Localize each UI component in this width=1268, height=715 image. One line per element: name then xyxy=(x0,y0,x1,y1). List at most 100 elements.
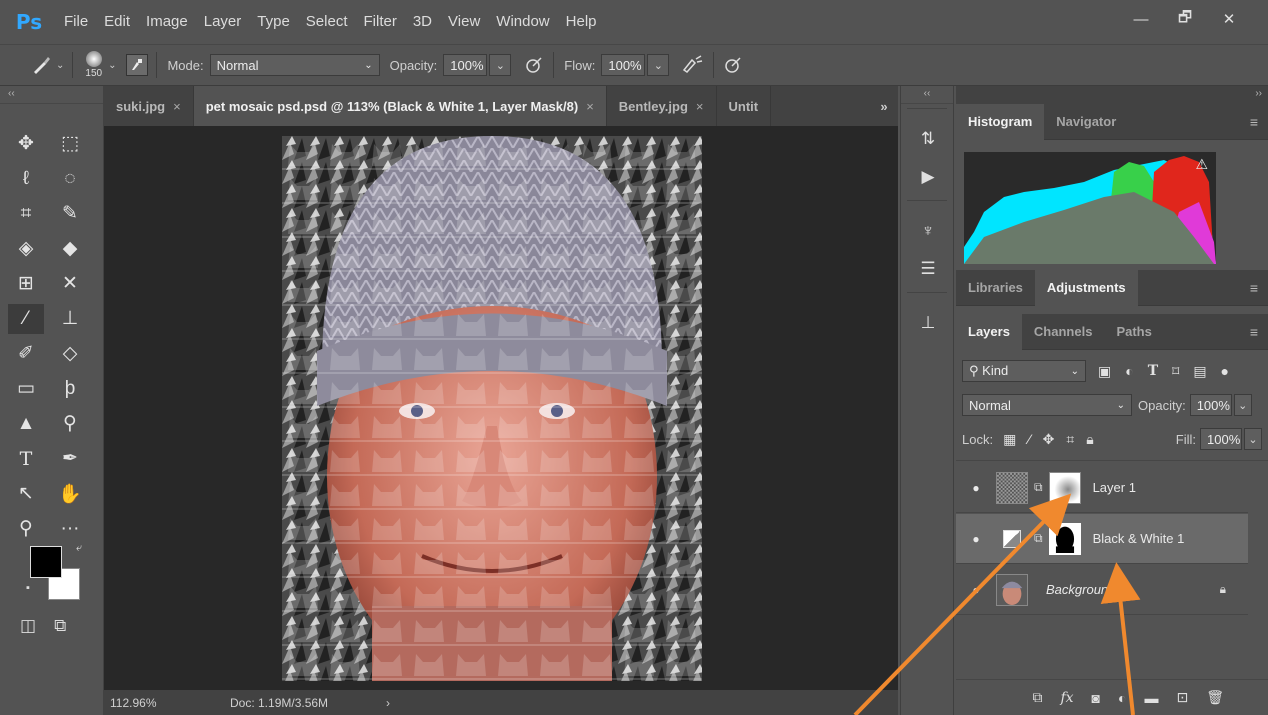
canvas-area[interactable] xyxy=(104,126,898,690)
layer-mask-thumbnail[interactable] xyxy=(1048,522,1081,555)
dodge-tool-icon[interactable]: ⚲ xyxy=(52,409,88,439)
tab-layers[interactable]: Layers xyxy=(956,313,1022,350)
properties-panel-icon[interactable]: ⊥ xyxy=(901,304,955,342)
add-mask-icon[interactable]: ◙ xyxy=(1092,690,1100,706)
hand-tool-icon[interactable]: ✋ xyxy=(52,479,88,509)
tools-panel-header[interactable]: ‹‹ xyxy=(0,86,103,104)
brush-settings-panel-icon[interactable]: ☰ xyxy=(901,250,955,288)
filter-toggle-icon[interactable]: ● xyxy=(1221,363,1229,380)
brush-size-picker[interactable]: 150 xyxy=(85,51,102,79)
lock-position-icon[interactable]: ✥ xyxy=(1043,431,1055,448)
zoom-level[interactable]: 112.96% xyxy=(110,696,210,710)
link-layers-icon[interactable]: ⧉ xyxy=(1032,689,1042,706)
gradient-tool-icon[interactable]: ▭ xyxy=(8,374,44,404)
airbrush-icon[interactable] xyxy=(681,54,705,76)
opacity-input[interactable]: 100% xyxy=(443,54,488,76)
sharpen-tool-icon[interactable]: ▲ xyxy=(8,409,44,439)
link-icon[interactable]: ⧉ xyxy=(1034,480,1043,495)
path-selection-tool-icon[interactable]: ↖ xyxy=(8,479,44,509)
brush-tool-icon[interactable]: ⁄ xyxy=(8,303,44,334)
menu-window[interactable]: Window xyxy=(488,0,557,44)
mode-select[interactable]: Normal ⌄ xyxy=(209,54,380,76)
menu-layer[interactable]: Layer xyxy=(196,0,250,44)
panel-collapse-icon[interactable]: ›› xyxy=(956,86,1268,104)
new-group-icon[interactable]: ▬ xyxy=(1144,690,1158,706)
menu-type[interactable]: Type xyxy=(249,0,298,44)
eyedropper-tool-icon[interactable]: ✎ xyxy=(52,199,88,229)
panel-menu-icon[interactable]: ≡ xyxy=(1250,324,1258,340)
pixel-layer-filter-icon[interactable]: ▣ xyxy=(1098,363,1111,380)
menu-image[interactable]: Image xyxy=(138,0,196,44)
menu-view[interactable]: View xyxy=(440,0,488,44)
more-tools-icon[interactable]: ··· xyxy=(52,514,88,544)
tab-adjustments[interactable]: Adjustments xyxy=(1034,269,1138,306)
default-colors-icon[interactable]: ▪ xyxy=(26,582,30,594)
move-tool-icon[interactable]: ✥ xyxy=(8,129,44,159)
eye-icon[interactable]: ● xyxy=(956,532,996,546)
quick-mask-icon[interactable]: ◫ xyxy=(20,616,36,636)
history-panel-icon[interactable]: ⇅ xyxy=(901,120,955,158)
screen-mode-icon[interactable]: ⧉ xyxy=(54,616,66,636)
fill-slider[interactable]: ⌄ xyxy=(1244,428,1262,450)
chevron-down-icon[interactable]: ⌄ xyxy=(108,60,116,71)
flow-slider-toggle[interactable]: ⌄ xyxy=(647,54,670,76)
type-tool-icon[interactable]: T xyxy=(8,444,44,474)
patch-tool-icon[interactable]: ◆ xyxy=(52,234,88,264)
actions-panel-icon[interactable]: ▶ xyxy=(901,158,955,196)
pressure-opacity-icon[interactable] xyxy=(523,54,545,76)
layer-row-background[interactable]: ● Background 🔒︎ xyxy=(956,565,1248,615)
content-aware-tool-icon[interactable]: ⊞ xyxy=(8,269,44,299)
flow-input[interactable]: 100% xyxy=(601,54,646,76)
lock-image-icon[interactable]: ⁄ xyxy=(1028,431,1030,448)
tab-paths[interactable]: Paths xyxy=(1104,314,1163,350)
zoom-tool-icon[interactable]: ⚲ xyxy=(8,514,44,544)
type-layer-filter-icon[interactable]: T xyxy=(1148,363,1158,380)
layer-opacity-slider[interactable]: ⌄ xyxy=(1233,394,1252,416)
menu-file[interactable]: File xyxy=(56,0,96,44)
blend-mode-select[interactable]: Normal ⌄ xyxy=(962,394,1132,416)
eraser-tool-icon[interactable]: ◇ xyxy=(52,339,88,369)
shape-layer-filter-icon[interactable]: ⌑ xyxy=(1172,363,1179,380)
restore-button[interactable]: 🗗 xyxy=(1164,6,1206,32)
delete-layer-icon[interactable]: 🗑︎ xyxy=(1206,689,1224,706)
brushes-panel-icon[interactable]: ♆ xyxy=(901,212,955,250)
layer-row-layer-1[interactable]: ● ⧉ Layer 1 xyxy=(956,463,1248,513)
history-brush-tool-icon[interactable]: ✐ xyxy=(8,339,44,369)
warning-icon[interactable]: ⚠ xyxy=(1195,156,1208,173)
menu-3d[interactable]: 3D xyxy=(405,0,440,44)
link-icon[interactable]: ⧉ xyxy=(1034,531,1043,546)
tab-histogram[interactable]: Histogram xyxy=(956,103,1045,140)
tab-document-3[interactable]: Untit xyxy=(717,86,772,126)
clone-stamp-tool-icon[interactable]: ⊥ xyxy=(52,304,88,334)
adjustment-layer-filter-icon[interactable]: ◐ xyxy=(1125,363,1133,380)
tab-document-0[interactable]: suki.jpg × xyxy=(104,86,194,126)
quick-selection-tool-icon[interactable]: ◌ xyxy=(52,164,88,194)
lasso-tool-icon[interactable]: ℓ xyxy=(8,164,44,194)
tab-document-2[interactable]: Bentley.jpg × xyxy=(607,86,717,126)
layer-mask-thumbnail[interactable] xyxy=(1048,471,1081,504)
lock-icon[interactable]: 🔒︎ xyxy=(1220,582,1226,597)
tab-close-icon[interactable]: × xyxy=(586,99,594,114)
smart-object-filter-icon[interactable]: ▤ xyxy=(1193,363,1206,380)
menu-help[interactable]: Help xyxy=(558,0,605,44)
panel-menu-icon[interactable]: ≡ xyxy=(1250,114,1258,130)
document-canvas[interactable] xyxy=(282,136,702,681)
healing-brush-tool-icon[interactable]: ◈ xyxy=(8,234,44,264)
tab-libraries[interactable]: Libraries xyxy=(956,270,1035,306)
tab-navigator[interactable]: Navigator xyxy=(1044,104,1128,140)
menu-filter[interactable]: Filter xyxy=(356,0,405,44)
brush-panel-toggle[interactable] xyxy=(126,54,149,76)
tab-overflow-button[interactable]: » xyxy=(870,86,898,126)
filter-kind-select[interactable]: ⚲ Kind ⌄ xyxy=(962,360,1086,382)
tab-channels[interactable]: Channels xyxy=(1022,314,1105,350)
panel-menu-icon[interactable]: ≡ xyxy=(1250,280,1258,296)
dock-collapse-icon[interactable]: ‹‹ xyxy=(901,86,953,104)
marquee-tool-icon[interactable]: ⬚ xyxy=(52,129,88,159)
minimize-button[interactable]: — xyxy=(1120,6,1162,32)
tab-close-icon[interactable]: × xyxy=(173,99,181,114)
tool-preset-picker[interactable]: ⌄ xyxy=(30,54,64,76)
transform-tool-icon[interactable]: ✕ xyxy=(52,269,88,299)
crop-tool-icon[interactable]: ⌗ xyxy=(8,199,44,229)
pen-tool-icon[interactable]: ✒ xyxy=(52,444,88,474)
new-layer-icon[interactable]: ⊡ xyxy=(1176,689,1188,706)
